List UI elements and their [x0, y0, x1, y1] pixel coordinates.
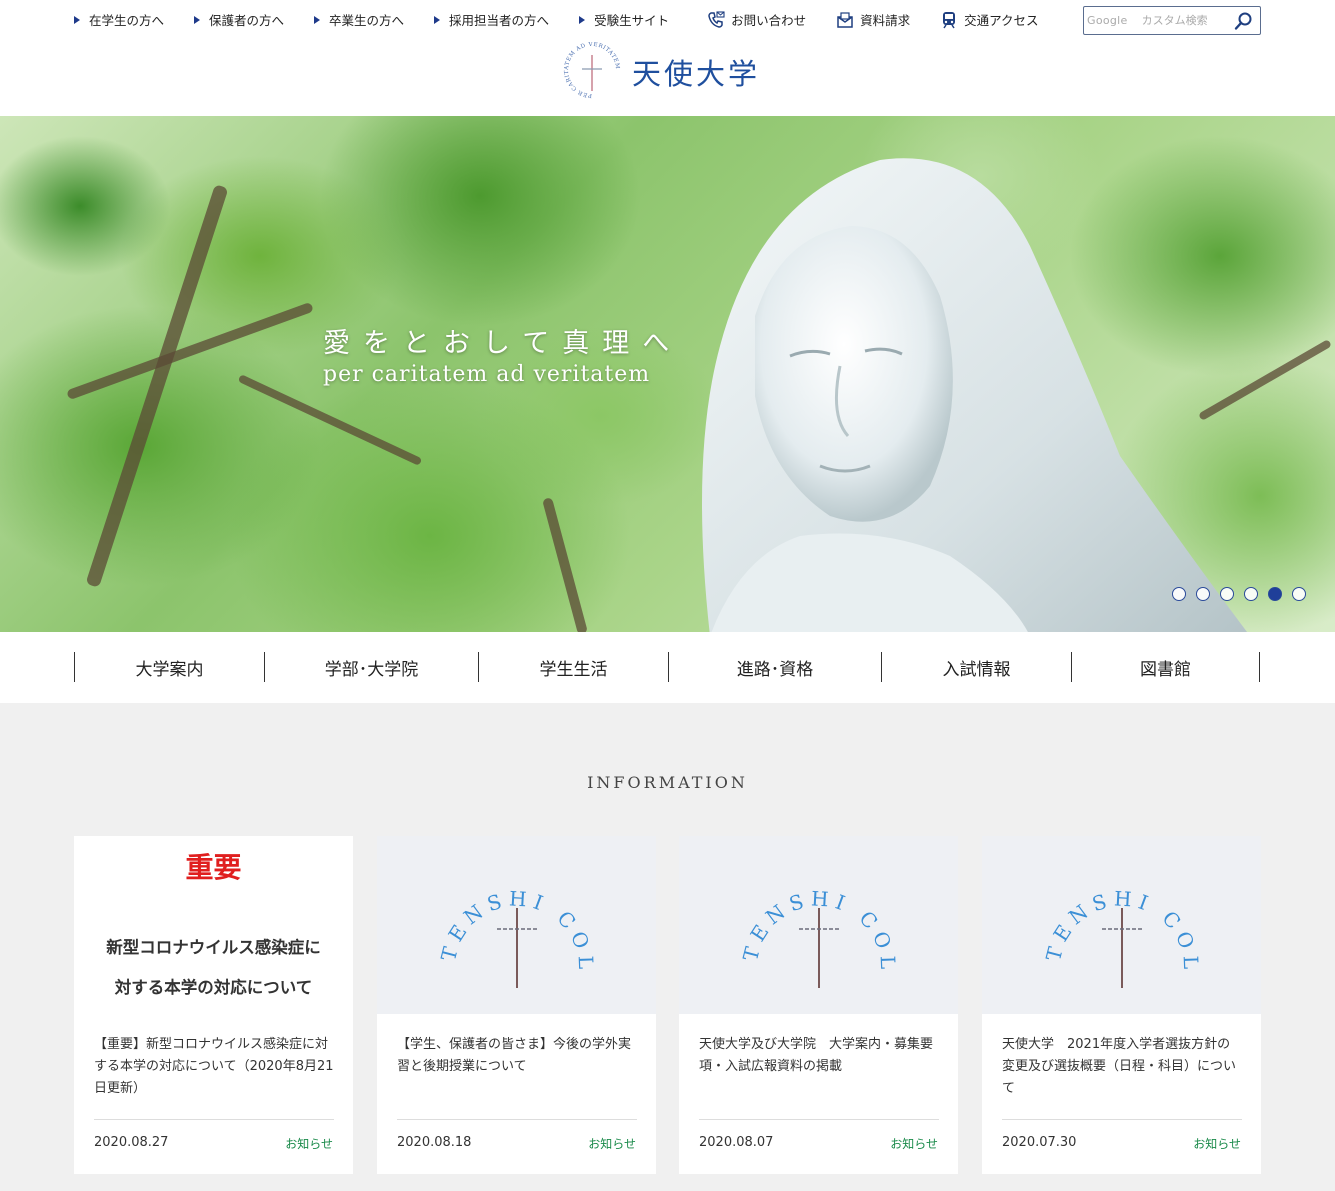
util-link-alumni[interactable]: 卒業生の方へ: [314, 10, 404, 29]
slider-dot-3[interactable]: [1220, 587, 1234, 601]
triangle-bullet-icon: [579, 15, 586, 24]
info-card[interactable]: TENSHI COLLEGE 天使大学 2021年度入学者選抜方針の変更及び選抜…: [982, 836, 1261, 1174]
slider-dot-2[interactable]: [1196, 587, 1210, 601]
access-link[interactable]: 交通アクセス: [940, 10, 1039, 29]
card-date: 2020.08.18: [397, 1135, 472, 1150]
main-nav: 大学案内 学部･大学院 学生生活 進路･資格 入試情報 図書館: [0, 632, 1335, 703]
card-divider: [397, 1119, 637, 1120]
util-link-recruiters[interactable]: 採用担当者の方へ: [434, 10, 549, 29]
card-headline: 天使大学及び大学院 大学案内・募集要項・入試広報資料の掲載: [699, 1037, 934, 1074]
info-card[interactable]: TENSHI COLLEGE 天使大学及び大学院 大学案内・募集要項・入試広報資…: [679, 836, 958, 1174]
tree-branch: [542, 497, 588, 632]
card-image-college-logo: TENSHI COLLEGE: [982, 836, 1261, 1014]
envelope-icon: [836, 11, 854, 29]
slider-dot-4[interactable]: [1244, 587, 1258, 601]
triangle-bullet-icon: [434, 15, 441, 24]
card-category-tag: お知らせ: [1193, 1137, 1241, 1151]
card-category-tag: お知らせ: [285, 1137, 333, 1151]
svg-text:TENSHI COLLEGE: TENSHI COLLEGE: [1032, 856, 1203, 975]
tenshi-college-logo-icon: TENSHI COLLEGE: [427, 856, 598, 988]
triangle-bullet-icon: [74, 15, 80, 24]
slider-dot-5[interactable]: [1268, 587, 1282, 601]
card-divider: [699, 1119, 939, 1120]
card-date: 2020.08.27: [94, 1135, 169, 1150]
svg-text:TENSHI COLLEGE: TENSHI COLLEGE: [729, 856, 900, 975]
nav-item-library[interactable]: 図書館: [1071, 652, 1260, 682]
card-date: 2020.07.30: [1002, 1135, 1077, 1150]
statue-image: [702, 158, 1248, 632]
site-search: Google: [1083, 6, 1261, 35]
site-logo-name: 天使大学: [632, 57, 761, 91]
card-headline: 【重要】新型コロナウイルス感染症に対する本学の対応について（2020年8月21日…: [94, 1037, 334, 1096]
slider-pagination: [1172, 587, 1316, 601]
google-label: Google: [1087, 14, 1128, 27]
important-label: 重要: [185, 851, 242, 884]
nav-item-student-life[interactable]: 学生生活: [478, 652, 668, 682]
util-link-students[interactable]: 在学生の方へ: [74, 10, 164, 29]
site-logo[interactable]: PER CARITATEM AD VERITATEM 天使大学: [560, 42, 760, 102]
contact-link[interactable]: お問い合わせ: [707, 10, 806, 29]
card-date: 2020.08.07: [699, 1135, 774, 1150]
card-category-tag: お知らせ: [890, 1137, 938, 1151]
brochure-request-link[interactable]: 資料請求: [836, 10, 910, 29]
card-divider: [1002, 1119, 1242, 1120]
tree-branch: [66, 301, 314, 401]
card-image-college-logo: TENSHI COLLEGE: [377, 836, 656, 1014]
util-link-parents[interactable]: 保護者の方へ: [194, 10, 284, 29]
search-icon: [1234, 12, 1252, 30]
hero-slider: 愛をとおして真理へ per caritatem ad veritatem: [0, 116, 1335, 632]
card-image-important: 重要 新型コロナウイルス感染症に 対する本学の対応について: [74, 836, 353, 1014]
hero-tagline: 愛をとおして真理へ per caritatem ad veritatem: [323, 321, 682, 387]
card-category-tag: お知らせ: [588, 1137, 636, 1151]
nav-item-about[interactable]: 大学案内: [74, 652, 264, 682]
train-icon: [940, 11, 958, 29]
search-input[interactable]: [1137, 14, 1233, 27]
hero-tagline-japanese: 愛をとおして真理へ: [323, 328, 683, 359]
search-button[interactable]: [1234, 11, 1254, 31]
util-link-applicants[interactable]: 受験生サイト: [579, 10, 669, 29]
card-headline: 【学生、保護者の皆さま】今後の学外実習と後期授業について: [397, 1037, 632, 1074]
tree-branch: [237, 374, 423, 466]
svg-text:TENSHI COLLEGE: TENSHI COLLEGE: [427, 856, 598, 975]
slider-dot-1[interactable]: [1172, 587, 1186, 601]
nav-item-admissions[interactable]: 入試情報: [881, 652, 1071, 682]
utility-nav: 在学生の方へ 保護者の方へ 卒業生の方へ 採用担当者の方へ 受験生サイト お問い…: [74, 10, 1039, 29]
nav-item-career[interactable]: 進路･資格: [668, 652, 881, 682]
university-seal-icon: PER CARITATEM AD VERITATEM: [564, 42, 620, 98]
tenshi-college-logo-icon: TENSHI COLLEGE: [729, 856, 900, 988]
card-image-college-logo: TENSHI COLLEGE: [679, 836, 958, 1014]
phone-mail-icon: [707, 10, 725, 29]
slider-dot-6[interactable]: [1292, 587, 1306, 601]
main-nav-items: 大学案内 学部･大学院 学生生活 進路･資格 入試情報 図書館: [74, 652, 1260, 682]
card-headline: 天使大学 2021年度入学者選抜方針の変更及び選抜概要（日程・科目）について: [1002, 1037, 1237, 1096]
information-heading: INFORMATION: [587, 773, 748, 792]
info-card[interactable]: 重要 新型コロナウイルス感染症に 対する本学の対応について 【重要】新型コロナウ…: [74, 836, 353, 1174]
tenshi-college-logo-icon: TENSHI COLLEGE: [1032, 856, 1203, 988]
triangle-bullet-icon: [314, 15, 321, 24]
triangle-bullet-icon: [194, 15, 201, 24]
important-subtitle: 新型コロナウイルス感染症に 対する本学の対応について: [106, 938, 321, 997]
nav-item-faculties[interactable]: 学部･大学院: [264, 652, 478, 682]
card-divider: [94, 1119, 334, 1120]
site-header: 在学生の方へ 保護者の方へ 卒業生の方へ 採用担当者の方へ 受験生サイト お問い…: [0, 0, 1335, 116]
hero-tagline-latin: per caritatem ad veritatem: [323, 362, 651, 387]
info-card[interactable]: TENSHI COLLEGE 【学生、保護者の皆さま】今後の学外実習と後期授業に…: [377, 836, 656, 1174]
